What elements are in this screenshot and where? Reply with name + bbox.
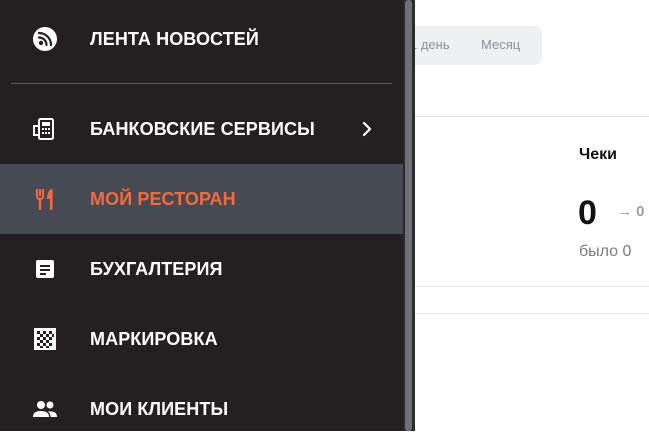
- clients-icon: [31, 395, 59, 423]
- sidebar-item-news-feed[interactable]: ЛЕНТА НОВОСТЕЙ: [0, 4, 403, 74]
- period-option-month[interactable]: Месяц: [481, 37, 520, 52]
- sidebar-item-accounting[interactable]: БУХГАЛТЕРИЯ: [0, 234, 403, 304]
- divider: [410, 116, 649, 117]
- stat-previous-value: было 0: [579, 243, 632, 260]
- news-feed-icon: [31, 25, 59, 53]
- sidebar-item-label: БАНКОВСКИЕ СЕРВИСЫ: [90, 118, 315, 139]
- marking-code-icon: [31, 325, 59, 353]
- sidebar-item-my-restaurant[interactable]: МОЙ РЕСТОРАН: [0, 164, 403, 234]
- chevron-right-icon: [362, 121, 372, 137]
- sidebar-item-label: БУХГАЛТЕРИЯ: [90, 258, 223, 279]
- sidebar-item-label: МОЙ РЕСТОРАН: [90, 188, 236, 209]
- stat-title: Чеки: [579, 146, 617, 163]
- sidebar-scrollbar-thumb[interactable]: [405, 0, 412, 431]
- sidebar-item-label: МОИ КЛИЕНТЫ: [90, 398, 229, 419]
- sidebar-item-label: МАРКИРОВКА: [90, 328, 218, 349]
- sidebar-item-marking[interactable]: МАРКИРОВКА: [0, 304, 403, 374]
- period-option-1-day[interactable]: 1 день: [410, 37, 450, 52]
- sidebar-item-label: ЛЕНТА НОВОСТЕЙ: [90, 28, 259, 49]
- bank-terminal-icon: [31, 115, 59, 143]
- sidebar-item-bank-services[interactable]: БАНКОВСКИЕ СЕРВИСЫ: [0, 94, 403, 164]
- stat-delta: → 0: [617, 203, 645, 220]
- document-icon: [31, 255, 59, 283]
- fork-knife-icon: [31, 185, 59, 213]
- divider: [410, 313, 649, 314]
- divider: [410, 286, 649, 287]
- sidebar-item-my-clients[interactable]: МОИ КЛИЕНТЫ: [0, 374, 403, 444]
- stat-delta-value: 0: [636, 203, 645, 220]
- sidebar-menu: ЛЕНТА НОВОСТЕЙ БАНКОВСКИЕ СЕРВИСЫ МОЙ РЕ…: [0, 0, 403, 431]
- stat-value: 0: [578, 194, 597, 232]
- sidebar-divider: [11, 83, 392, 84]
- arrow-right-icon: →: [617, 203, 632, 220]
